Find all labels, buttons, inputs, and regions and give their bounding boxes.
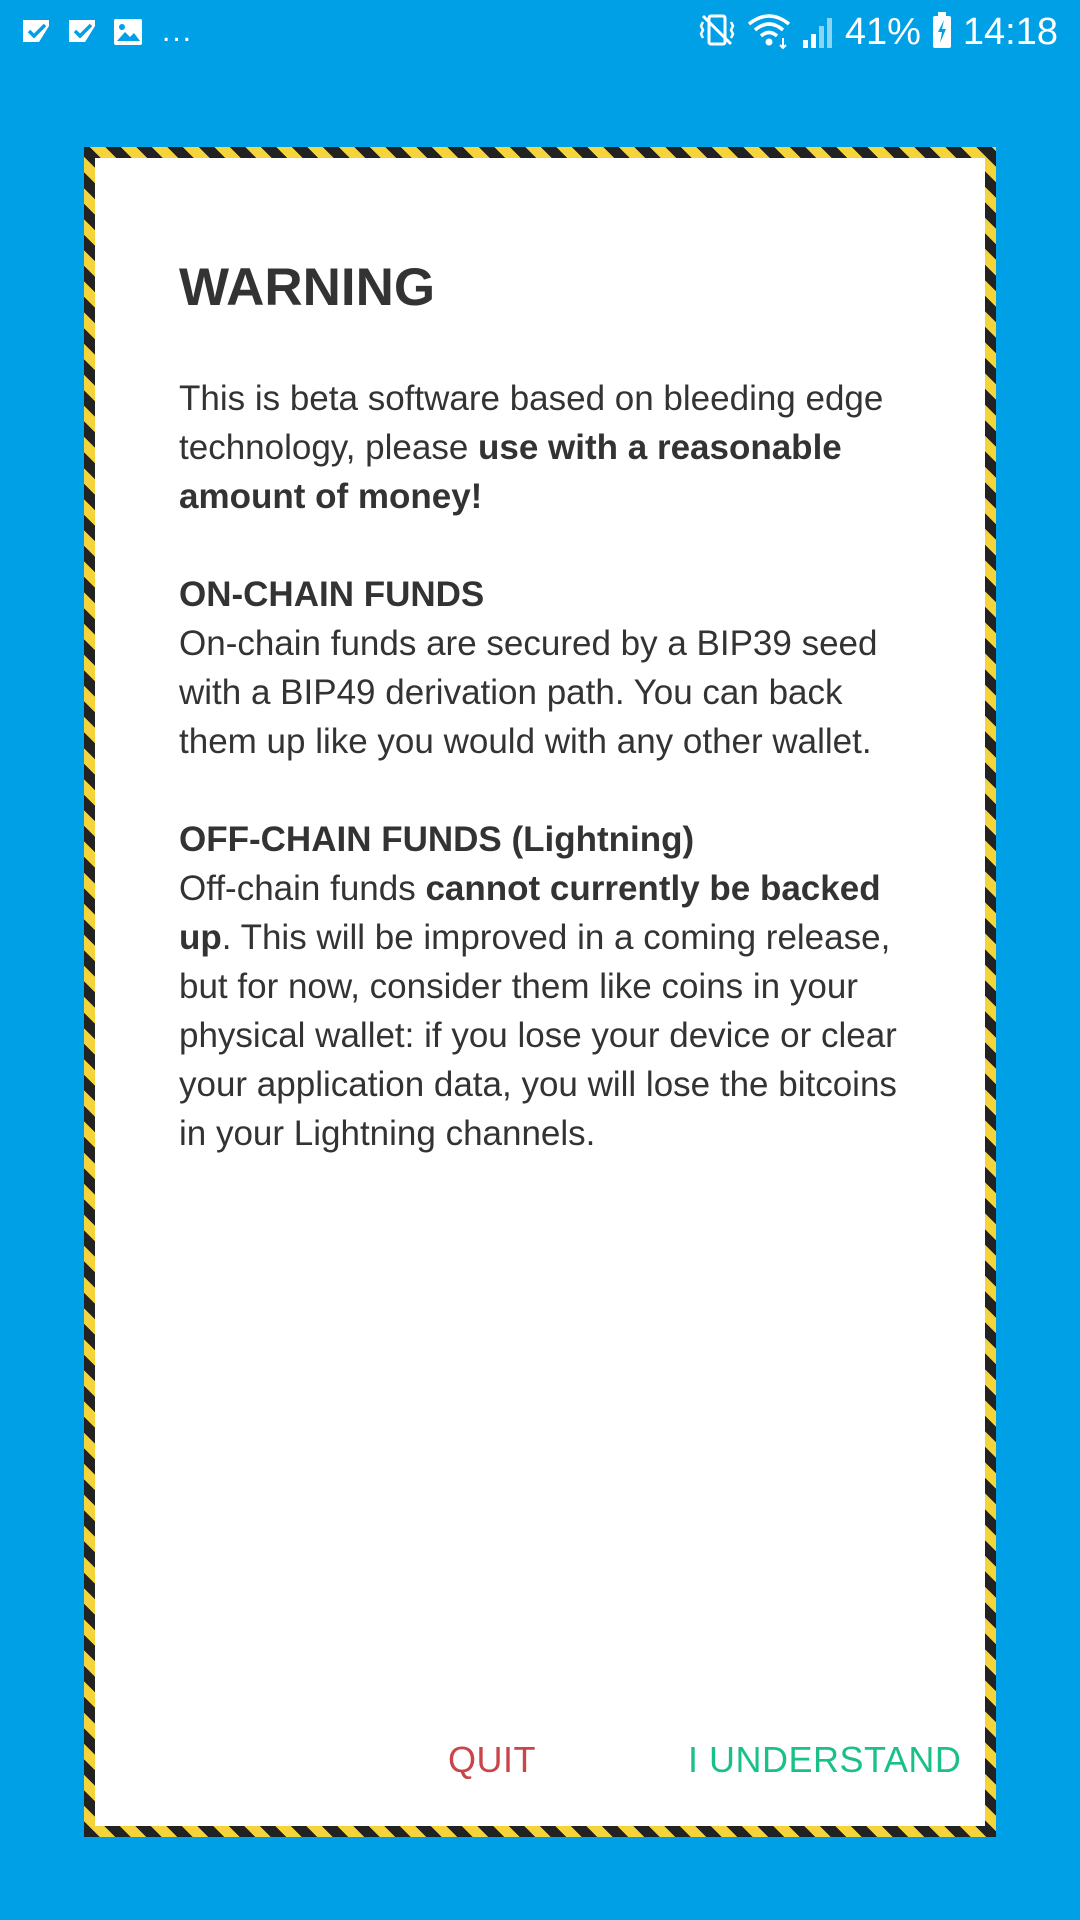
status-bar: ... 41% 14:18 — [0, 0, 1080, 64]
warning-dialog: WARNING This is beta software based on b… — [84, 147, 996, 1837]
offchain-body-prefix: Off-chain funds — [179, 869, 426, 908]
intro-paragraph: This is beta software based on bleeding … — [179, 374, 907, 521]
quit-button[interactable]: QUIT — [448, 1735, 536, 1785]
vibrate-mute-icon — [697, 10, 737, 55]
image-notification-icon — [112, 16, 144, 48]
wifi-icon — [747, 10, 791, 55]
dialog-body: This is beta software based on bleeding … — [179, 374, 907, 1158]
onchain-body: On-chain funds are secured by a BIP39 se… — [179, 624, 878, 761]
more-notifications-indicator: ... — [162, 15, 194, 48]
battery-charging-icon — [931, 10, 953, 55]
dialog-title: WARNING — [179, 258, 436, 317]
offchain-body-suffix: . This will be improved in a coming rele… — [179, 918, 897, 1153]
signal-icon — [801, 10, 835, 55]
dialog-content: WARNING This is beta software based on b… — [95, 158, 985, 1826]
notification-icons: ... — [20, 12, 193, 52]
system-status: 41% 14:18 — [697, 10, 1058, 54]
offchain-heading: OFF-CHAIN FUNDS (Lightning) — [179, 820, 695, 859]
dialog-actions: QUIT I UNDERSTAND — [95, 1735, 985, 1785]
clock: 14:18 — [962, 11, 1058, 53]
check-notification-icon — [66, 16, 98, 48]
onchain-heading: ON-CHAIN FUNDS — [179, 575, 485, 614]
i-understand-button[interactable]: I UNDERSTAND — [688, 1735, 961, 1785]
check-notification-icon — [20, 16, 52, 48]
battery-percentage: 41% — [844, 11, 921, 53]
offchain-paragraph: Off-chain funds cannot currently be back… — [179, 864, 907, 1158]
